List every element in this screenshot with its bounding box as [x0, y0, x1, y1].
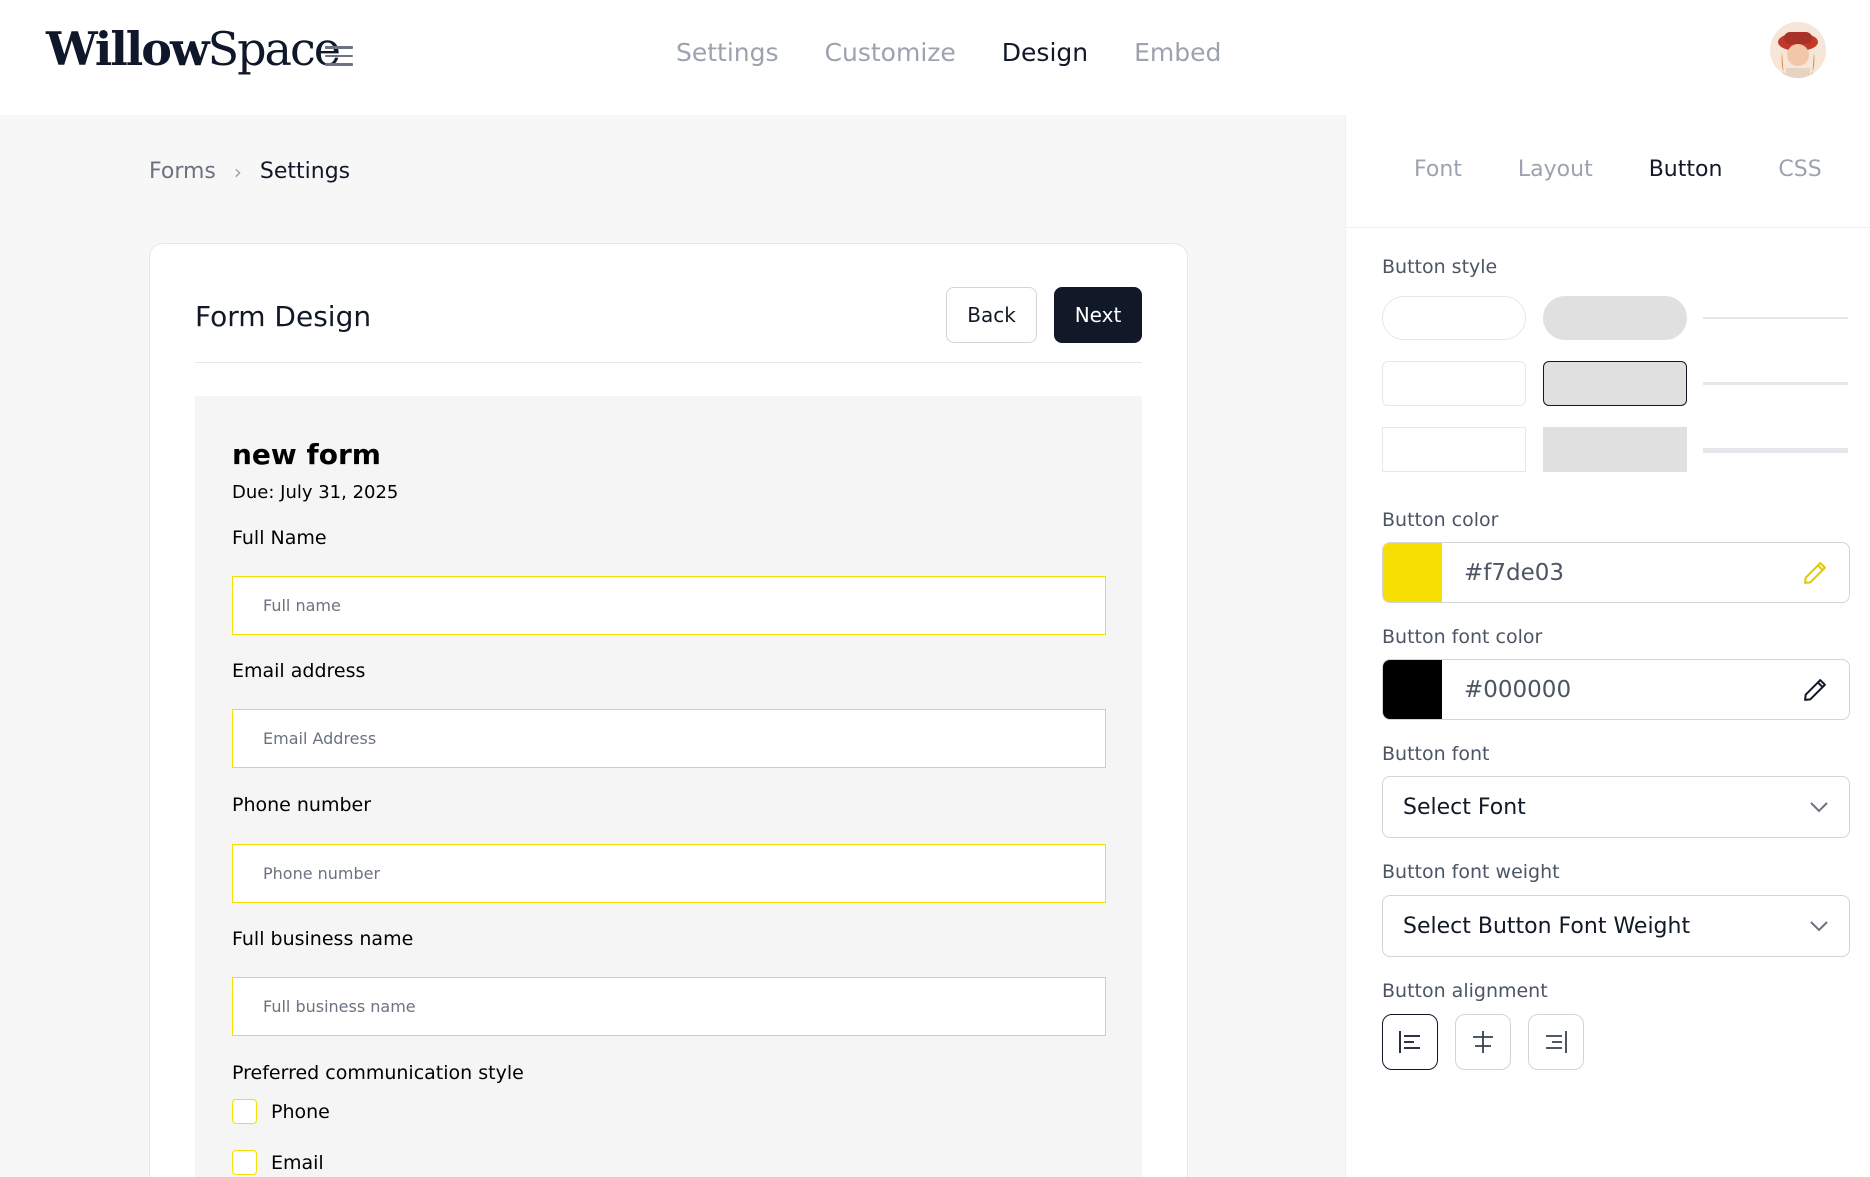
- button-font-weight-label: Button font weight: [1382, 861, 1560, 883]
- email-input[interactable]: [232, 709, 1106, 768]
- next-button[interactable]: Next: [1054, 287, 1142, 343]
- style-pill-outline[interactable]: [1382, 296, 1526, 340]
- style-square-outline[interactable]: [1382, 427, 1526, 472]
- nav-customize[interactable]: Customize: [825, 38, 956, 67]
- nav-embed[interactable]: Embed: [1134, 38, 1221, 67]
- form-preview: new form Due: July 31, 2025 Full Name Em…: [195, 396, 1142, 1177]
- button-alignment-label: Button alignment: [1382, 980, 1548, 1002]
- option-phone[interactable]: Phone: [232, 1099, 330, 1124]
- button-font-select[interactable]: Select Font: [1382, 776, 1850, 838]
- style-rounded-text[interactable]: [1703, 382, 1848, 385]
- phone-checkbox[interactable]: [232, 1099, 257, 1124]
- main-content: Forms › Settings Form Design Back Next n…: [0, 115, 1345, 1177]
- button-font-weight-select[interactable]: Select Button Font Weight: [1382, 895, 1850, 957]
- style-square-filled[interactable]: [1543, 427, 1687, 472]
- pencil-icon[interactable]: [1801, 676, 1829, 704]
- field-label-business-name: Full business name: [232, 928, 414, 950]
- logo-text-bold: Willow: [46, 22, 210, 76]
- option-email[interactable]: Email: [232, 1150, 324, 1175]
- field-label-communication: Preferred communication style: [232, 1062, 524, 1084]
- button-font-weight-value: Select Button Font Weight: [1403, 913, 1691, 939]
- button-font-color-field[interactable]: #000000: [1382, 659, 1850, 720]
- form-due-date: Due: July 31, 2025: [232, 482, 399, 503]
- button-font-color-value[interactable]: #000000: [1464, 677, 1801, 703]
- nav-settings[interactable]: Settings: [676, 38, 779, 67]
- button-color-label: Button color: [1382, 509, 1499, 531]
- style-rounded-filled[interactable]: [1543, 361, 1687, 406]
- style-rounded-outline[interactable]: [1382, 361, 1526, 406]
- tab-font[interactable]: Font: [1414, 157, 1462, 182]
- logo[interactable]: WillowSpace: [46, 22, 341, 76]
- design-panel: Font Layout Button CSS Button style Butt…: [1345, 115, 1870, 1177]
- style-pill-filled[interactable]: [1543, 296, 1687, 340]
- divider: [1346, 227, 1870, 228]
- business-name-input[interactable]: [232, 977, 1106, 1036]
- page-title: Form Design: [195, 300, 372, 333]
- email-checkbox[interactable]: [232, 1150, 257, 1175]
- style-square-text[interactable]: [1703, 448, 1848, 453]
- field-label-phone: Phone number: [232, 794, 372, 816]
- align-left-icon: [1399, 1031, 1420, 1053]
- breadcrumb: Forms › Settings: [149, 159, 350, 184]
- logo-text-light: Space: [207, 22, 341, 76]
- align-right-icon: [1546, 1031, 1567, 1053]
- full-name-input[interactable]: [232, 576, 1106, 635]
- option-phone-label: Phone: [271, 1100, 330, 1123]
- chevron-down-icon: [1810, 802, 1828, 813]
- avatar-image: [1770, 22, 1826, 78]
- field-label-email: Email address: [232, 660, 366, 682]
- chevron-right-icon: ›: [233, 159, 242, 184]
- button-font-label: Button font: [1382, 743, 1490, 765]
- button-color-field[interactable]: #f7de03: [1382, 542, 1850, 603]
- pencil-icon[interactable]: [1801, 559, 1829, 587]
- option-email-label: Email: [271, 1151, 324, 1174]
- field-label-full-name: Full Name: [232, 527, 327, 549]
- button-color-swatch[interactable]: [1383, 543, 1442, 602]
- back-button[interactable]: Back: [946, 287, 1037, 343]
- menu-icon[interactable]: [325, 46, 353, 66]
- breadcrumb-current: Settings: [259, 159, 351, 184]
- breadcrumb-forms[interactable]: Forms: [149, 159, 216, 184]
- align-center-icon: [1473, 1031, 1493, 1053]
- button-color-value[interactable]: #f7de03: [1464, 560, 1801, 586]
- avatar[interactable]: [1770, 22, 1826, 78]
- align-center-button[interactable]: [1455, 1014, 1511, 1070]
- tab-button[interactable]: Button: [1649, 157, 1723, 182]
- tab-layout[interactable]: Layout: [1518, 157, 1593, 182]
- style-pill-text[interactable]: [1703, 317, 1848, 319]
- button-font-color-label: Button font color: [1382, 626, 1543, 648]
- chevron-down-icon: [1810, 921, 1828, 932]
- button-font-value: Select Font: [1403, 794, 1526, 820]
- top-header: WillowSpace Settings Customize Design Em…: [0, 0, 1870, 115]
- divider: [195, 362, 1142, 363]
- form-design-card: Form Design Back Next new form Due: July…: [149, 243, 1188, 1177]
- panel-tabs: Font Layout Button CSS: [1414, 157, 1822, 182]
- tab-css[interactable]: CSS: [1778, 157, 1821, 182]
- align-left-button[interactable]: [1382, 1014, 1438, 1070]
- form-name: new form: [232, 438, 381, 471]
- align-right-button[interactable]: [1528, 1014, 1584, 1070]
- button-style-label: Button style: [1382, 256, 1498, 278]
- nav-design[interactable]: Design: [1002, 38, 1088, 67]
- phone-input[interactable]: [232, 844, 1106, 903]
- top-nav: Settings Customize Design Embed: [676, 38, 1221, 67]
- button-font-color-swatch[interactable]: [1383, 660, 1442, 719]
